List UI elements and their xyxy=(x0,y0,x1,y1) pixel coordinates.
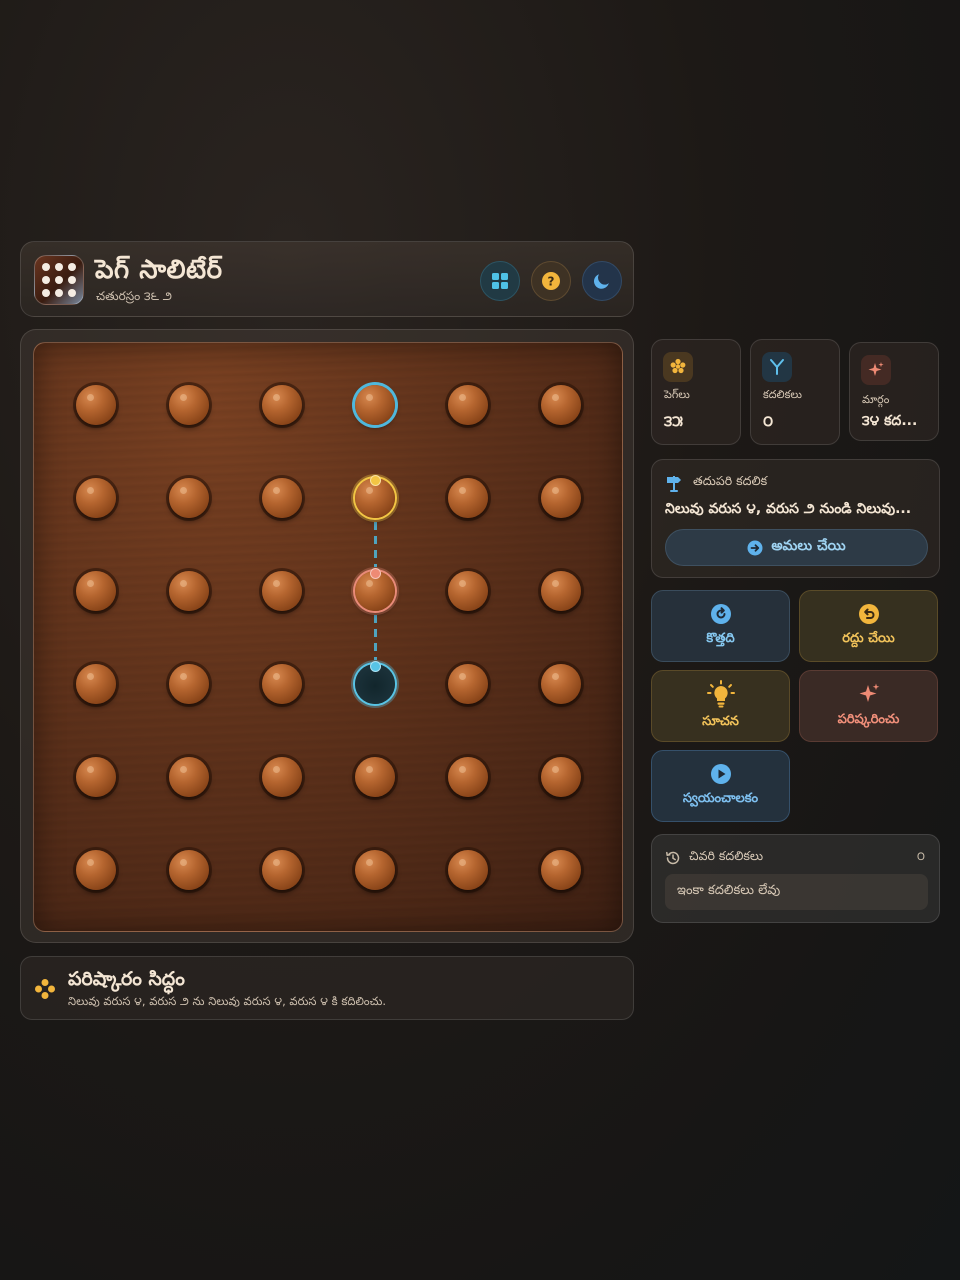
next-move-header: తదుపరి కదలిక xyxy=(665,473,767,492)
new-game-label: కొత్తది xyxy=(706,631,735,646)
peg[interactable] xyxy=(541,664,581,704)
peg[interactable] xyxy=(541,757,581,797)
peg[interactable] xyxy=(76,571,116,611)
apply-move-button[interactable]: అమలు చేయి xyxy=(665,529,928,566)
peg[interactable] xyxy=(262,571,302,611)
peg[interactable] xyxy=(541,850,581,890)
stat-pegs-label: పెగ్‌లు xyxy=(664,388,690,401)
solve-label: పరిష్కరించు xyxy=(837,712,900,727)
peg[interactable] xyxy=(448,385,488,425)
peg[interactable] xyxy=(76,664,116,704)
board-select-button[interactable] xyxy=(480,261,520,301)
peg[interactable] xyxy=(169,571,209,611)
stat-path-label: మార్గం xyxy=(862,393,890,406)
peg[interactable] xyxy=(448,757,488,797)
move-path-line xyxy=(373,522,377,567)
apply-move-label: అమలు చేయి xyxy=(771,538,846,554)
peg[interactable] xyxy=(169,757,209,797)
peg[interactable] xyxy=(169,850,209,890)
peg[interactable] xyxy=(448,478,488,518)
peg[interactable] xyxy=(262,850,302,890)
help-button[interactable]: ? xyxy=(531,261,571,301)
pegs-cluster-icon xyxy=(35,979,55,999)
grid-icon xyxy=(492,273,508,289)
sparkle-icon xyxy=(861,355,891,385)
restart-icon xyxy=(710,604,731,624)
peg[interactable] xyxy=(169,664,209,704)
solve-button[interactable]: పరిష్కరించు xyxy=(799,670,938,742)
peg[interactable] xyxy=(169,385,209,425)
undo-button[interactable]: రద్దు చేయి xyxy=(799,590,938,662)
solution-status: పరిష్కారం సిద్ధం నిలువు వరుస ౪, వరుస ౨ న… xyxy=(20,956,634,1020)
peg[interactable] xyxy=(355,850,395,890)
header: పెగ్ సాలిటేర్ చతురస్రం ౩౬ ౨ ? xyxy=(20,241,634,317)
recent-moves-count: ౦ xyxy=(916,849,925,863)
next-move-panel: తదుపరి కదలిక నిలువు వరుస ౪, వరుస ౨ నుండి… xyxy=(651,459,940,578)
stat-path-value: ౩౪ కద... xyxy=(862,413,918,429)
next-move-heading: తదుపరి కదలిక xyxy=(693,473,768,488)
status-title: పరిష్కారం సిద్ధం xyxy=(68,968,185,990)
peg[interactable] xyxy=(355,757,395,797)
history-icon xyxy=(666,851,680,864)
hint-label: సూచన xyxy=(702,714,739,729)
peg[interactable] xyxy=(262,385,302,425)
autoplay-button[interactable]: స్వయంచాలకం xyxy=(651,750,790,822)
undo-label: రద్దు చేయి xyxy=(842,631,895,646)
move-path-line xyxy=(373,615,377,660)
pegs-icon xyxy=(663,352,693,382)
sparkle-icon xyxy=(859,683,879,702)
peg[interactable] xyxy=(448,850,488,890)
stat-pegs-value: ౩౫ xyxy=(664,412,683,430)
peg[interactable] xyxy=(76,850,116,890)
page-subtitle: చతురస్రం ౩౬ ౨ xyxy=(96,289,173,303)
peg[interactable] xyxy=(448,664,488,704)
recent-moves-header: చివరి కదలికలు xyxy=(665,848,763,867)
peg[interactable] xyxy=(541,385,581,425)
recent-moves-panel: చివరి కదలికలు ౦ ఇంకా కదలికలు లేవు xyxy=(651,834,940,923)
theme-toggle-button[interactable] xyxy=(582,261,622,301)
moon-icon xyxy=(594,274,609,289)
peg[interactable] xyxy=(262,757,302,797)
move-marker-icon xyxy=(369,475,381,486)
new-game-button[interactable]: కొత్తది xyxy=(651,590,790,662)
arrow-right-circle-icon xyxy=(747,540,763,555)
signpost-icon xyxy=(667,475,681,492)
autoplay-label: స్వయంచాలకం xyxy=(682,791,759,806)
page-title: పెగ్ సాలిటేర్ xyxy=(95,255,223,285)
peg[interactable] xyxy=(541,571,581,611)
peg[interactable] xyxy=(169,478,209,518)
moves-icon xyxy=(762,352,792,382)
hint-button[interactable]: సూచన xyxy=(651,670,790,742)
move-marker-icon xyxy=(369,661,381,672)
move-marker-icon xyxy=(369,568,381,579)
peg[interactable] xyxy=(76,478,116,518)
stat-moves-label: కదలికలు xyxy=(763,388,802,401)
play-icon xyxy=(710,764,731,784)
peg-board[interactable] xyxy=(33,342,623,932)
stat-pegs: పెగ్‌లు ౩౫ xyxy=(651,339,741,445)
app-logo-icon xyxy=(34,255,84,305)
next-move-text: నిలువు వరుస ౪, వరుస ౨ నుండి నిలువు... xyxy=(665,501,912,517)
peg[interactable] xyxy=(448,571,488,611)
stat-moves-value: ౦ xyxy=(763,412,774,430)
status-text: నిలువు వరుస ౪, వరుస ౨ ను నిలువు వరుస ౪, … xyxy=(68,994,387,1008)
lightbulb-icon xyxy=(706,680,735,708)
peg[interactable] xyxy=(76,757,116,797)
recent-moves-heading: చివరి కదలికలు xyxy=(689,848,764,863)
board-frame xyxy=(20,329,634,943)
svg-text:?: ? xyxy=(548,275,555,289)
undo-icon xyxy=(858,604,879,624)
peg[interactable] xyxy=(355,385,395,425)
recent-moves-empty: ఇంకా కదలికలు లేవు xyxy=(665,874,928,910)
peg[interactable] xyxy=(262,478,302,518)
peg[interactable] xyxy=(76,385,116,425)
peg[interactable] xyxy=(541,478,581,518)
app-root: పెగ్ సాలిటేర్ చతురస్రం ౩౬ ౨ ? పరిష్కారం … xyxy=(0,0,960,1280)
stat-moves: కదలికలు ౦ xyxy=(750,339,840,445)
peg[interactable] xyxy=(262,664,302,704)
stat-path: మార్గం ౩౪ కద... xyxy=(849,342,939,441)
help-icon: ? xyxy=(542,272,560,290)
